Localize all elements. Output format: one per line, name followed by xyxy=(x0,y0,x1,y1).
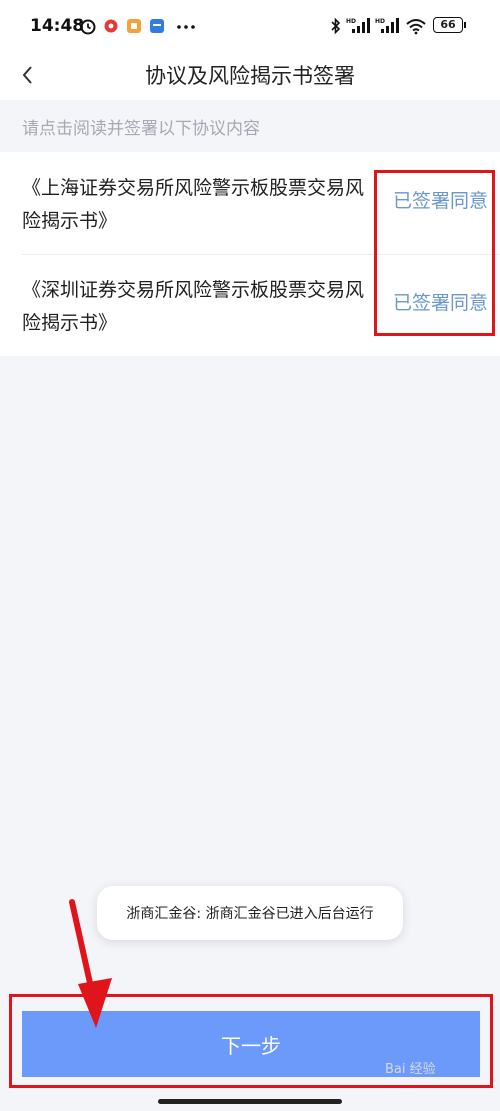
svg-text:HD: HD xyxy=(375,18,385,25)
alarm-icon xyxy=(80,19,96,35)
toast-text: 浙商汇金谷: 浙商汇金谷已进入后台运行 xyxy=(126,906,374,922)
orange-app-icon xyxy=(127,19,141,33)
battery-tip xyxy=(464,22,466,28)
toast-notification: 浙商汇金谷: 浙商汇金谷已进入后台运行 xyxy=(97,886,403,940)
status-time: 14:48 xyxy=(30,16,85,36)
hd-signal-icon-2: HD xyxy=(375,18,399,33)
status-bar: 14:48 HD HD 66 xyxy=(0,0,500,52)
bluetooth-icon xyxy=(331,17,341,35)
wifi-icon xyxy=(406,19,426,35)
instruction-bar: 请点击阅读并签署以下协议内容 xyxy=(0,100,500,152)
nav-bar: 协议及风险揭示书签署 xyxy=(0,52,500,100)
watermark: Bai 经验 xyxy=(385,1062,436,1077)
more-dots-icon xyxy=(177,25,195,29)
instruction-text: 请点击阅读并签署以下协议内容 xyxy=(22,119,260,139)
annotation-box-status xyxy=(374,170,495,336)
agreement-title[interactable]: 《深圳证券交易所风险警示板股票交易风险揭示书》 xyxy=(22,274,367,340)
svg-text:HD: HD xyxy=(346,18,356,25)
hd-signal-icon: HD xyxy=(346,18,370,33)
agreement-title[interactable]: 《上海证券交易所风险警示板股票交易风险揭示书》 xyxy=(22,172,367,238)
battery-icon: 66 xyxy=(433,17,463,33)
page-title: 协议及风险揭示书签署 xyxy=(145,64,355,88)
blue-app-icon xyxy=(150,19,164,33)
battery-level: 66 xyxy=(440,18,456,31)
home-indicator[interactable] xyxy=(158,1099,342,1104)
red-circle-app-icon xyxy=(104,19,118,33)
